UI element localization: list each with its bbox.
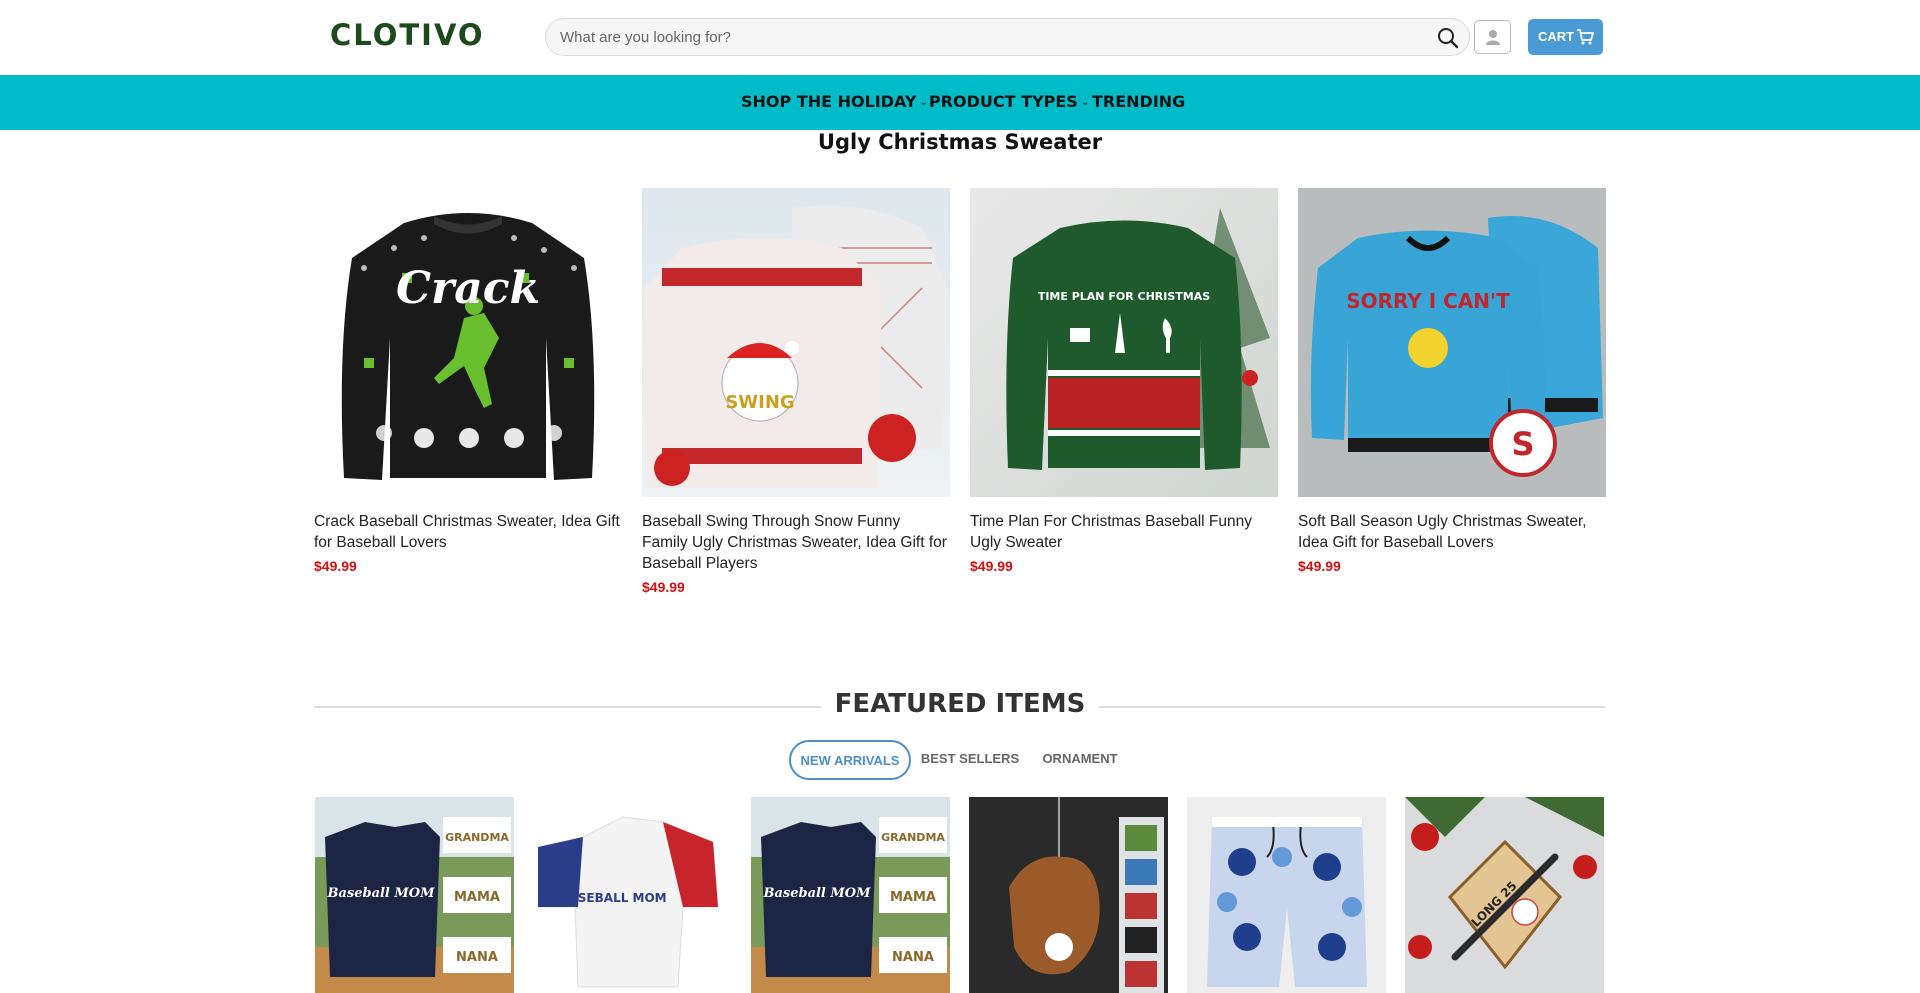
product-card[interactable]: SORRY I CAN'T S Soft Ball Season Ugly Ch… xyxy=(1298,188,1606,574)
product-price: $49.99 xyxy=(970,558,1013,574)
product-card[interactable]: TIME PLAN FOR CHRISTMAS Time Plan For Ch… xyxy=(970,188,1278,574)
featured-item-text: Baseball MOM xyxy=(326,886,435,901)
product-price: $49.99 xyxy=(314,558,357,574)
product-image-text: SWING xyxy=(725,392,794,413)
chevron-down-icon: ⌄ xyxy=(919,97,928,108)
featured-item[interactable] xyxy=(969,797,1168,993)
svg-text:NANA: NANA xyxy=(456,950,498,965)
svg-text:GRANDMA: GRANDMA xyxy=(445,831,509,844)
featured-item[interactable]: Baseball MOM GRANDMA MAMA NANA xyxy=(751,797,950,993)
product-name[interactable]: Time Plan For Christmas Baseball Funny U… xyxy=(970,511,1278,553)
user-icon xyxy=(1486,30,1500,45)
product-card[interactable]: SWING Baseball Swing Through Snow Funny … xyxy=(642,188,950,595)
product-image-text: SORRY I CAN'T xyxy=(1346,289,1510,313)
featured-item[interactable]: Baseball MOM GRANDMA MAMA NANA xyxy=(315,797,514,993)
svg-text:GRANDMA: GRANDMA xyxy=(881,831,945,844)
chevron-down-icon: ⌄ xyxy=(1080,97,1090,108)
featured-item-text: BASEBALL MOM xyxy=(559,891,666,905)
product-card[interactable]: Crack Crack Baseball Christmas Sweater, … xyxy=(314,188,622,574)
svg-text:NANA: NANA xyxy=(892,950,934,965)
featured-item[interactable] xyxy=(1187,797,1386,993)
product-image[interactable]: SWING xyxy=(642,188,950,497)
product-image[interactable]: SORRY I CAN'T S xyxy=(1298,188,1606,497)
product-name[interactable]: Crack Baseball Christmas Sweater, Idea G… xyxy=(314,511,622,553)
featured-item[interactable]: BASEBALL MOM xyxy=(533,797,732,993)
site-logo[interactable]: CLOTIVO xyxy=(330,18,485,52)
tab-ornament[interactable]: ORNAMENT xyxy=(1035,740,1125,780)
search-bar xyxy=(545,18,1470,56)
search-input[interactable] xyxy=(560,19,1410,55)
product-image[interactable]: TIME PLAN FOR CHRISTMAS xyxy=(970,188,1278,497)
product-price: $49.99 xyxy=(642,579,685,595)
nav-item-trending[interactable]: TRENDING xyxy=(1092,92,1185,111)
cart-icon xyxy=(1577,29,1594,45)
cart-button[interactable]: CART xyxy=(1528,19,1603,55)
main-nav: SHOP THE HOLIDAY ⌄ PRODUCT TYPES ⌄ TRENDIN… xyxy=(0,75,1920,130)
nav-item-product-types[interactable]: PRODUCT TYPES ⌄ xyxy=(929,92,1089,111)
tab-best-sellers[interactable]: BEST SELLERS xyxy=(915,740,1025,780)
search-icon[interactable] xyxy=(1437,27,1459,49)
account-button[interactable] xyxy=(1474,20,1511,54)
svg-text:MAMA: MAMA xyxy=(454,890,500,905)
cart-label: CART xyxy=(1538,29,1575,44)
product-name[interactable]: Baseball Swing Through Snow Funny Family… xyxy=(642,511,950,574)
product-image-text: TIME PLAN FOR CHRISTMAS xyxy=(1038,290,1210,303)
section-title: Ugly Christmas Sweater xyxy=(817,130,1103,154)
svg-text:MAMA: MAMA xyxy=(890,890,936,905)
site-header: CLOTIVO CART xyxy=(0,0,1920,75)
product-image[interactable]: Crack xyxy=(314,188,622,497)
nav-item-shop-the-holiday[interactable]: SHOP THE HOLIDAY ⌄ xyxy=(741,92,928,111)
featured-item[interactable]: LONG 25 xyxy=(1405,797,1604,993)
product-price: $49.99 xyxy=(1298,558,1341,574)
tab-new-arrivals[interactable]: NEW ARRIVALS xyxy=(789,740,911,780)
product-image-text: Crack xyxy=(396,263,540,314)
featured-title: FEATURED ITEMS xyxy=(0,689,1920,719)
product-name[interactable]: Soft Ball Season Ugly Christmas Sweater,… xyxy=(1298,511,1606,553)
svg-text:S: S xyxy=(1511,425,1534,463)
featured-item-text: Baseball MOM xyxy=(762,886,871,901)
